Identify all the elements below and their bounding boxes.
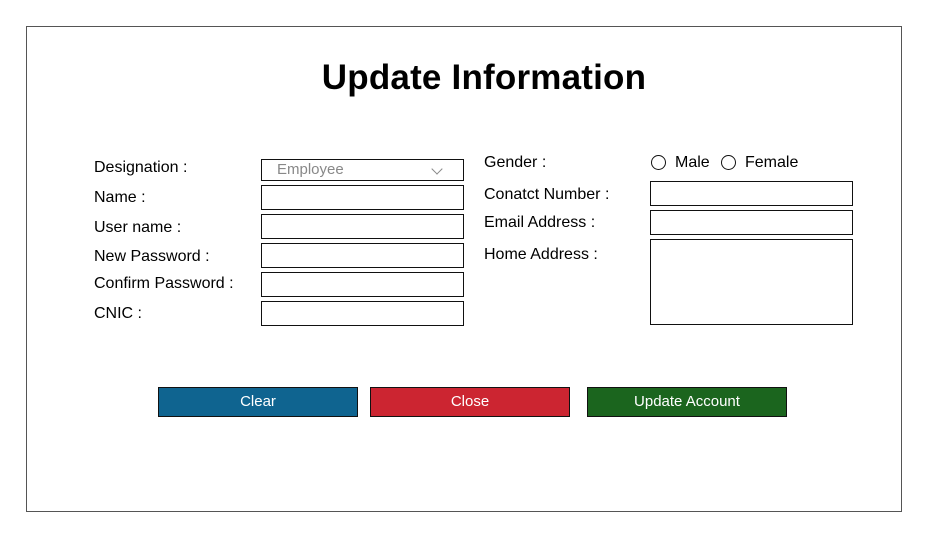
designation-selected-value: Employee [277, 161, 344, 178]
home-address-textarea[interactable] [650, 239, 853, 325]
clear-button[interactable]: Clear [158, 387, 358, 417]
chevron-down-icon [431, 163, 443, 175]
close-button[interactable]: Close [370, 387, 570, 417]
gender-male-label[interactable]: Male [675, 154, 710, 172]
name-label: Name : [94, 189, 146, 206]
designation-select[interactable]: Employee [261, 159, 464, 181]
new-password-input[interactable] [261, 243, 464, 268]
designation-label: Designation : [94, 159, 188, 176]
email-address-input[interactable] [650, 210, 853, 235]
home-address-label: Home Address : [484, 246, 598, 263]
contact-number-input[interactable] [650, 181, 853, 206]
gender-male-radio[interactable] [651, 155, 666, 170]
email-address-label: Email Address : [484, 214, 596, 231]
username-label: User name : [94, 219, 182, 236]
update-account-button[interactable]: Update Account [587, 387, 787, 417]
cnic-label: CNIC : [94, 305, 142, 322]
gender-female-label[interactable]: Female [745, 154, 798, 172]
name-input[interactable] [261, 185, 464, 210]
page-title: Update Information [321, 58, 647, 97]
confirm-password-label: Confirm Password : [94, 275, 234, 292]
contact-number-label: Conatct Number : [484, 186, 610, 203]
confirm-password-input[interactable] [261, 272, 464, 297]
cnic-input[interactable] [261, 301, 464, 326]
gender-label: Gender : [484, 154, 547, 171]
gender-female-radio[interactable] [721, 155, 736, 170]
new-password-label: New Password : [94, 248, 210, 265]
username-input[interactable] [261, 214, 464, 239]
